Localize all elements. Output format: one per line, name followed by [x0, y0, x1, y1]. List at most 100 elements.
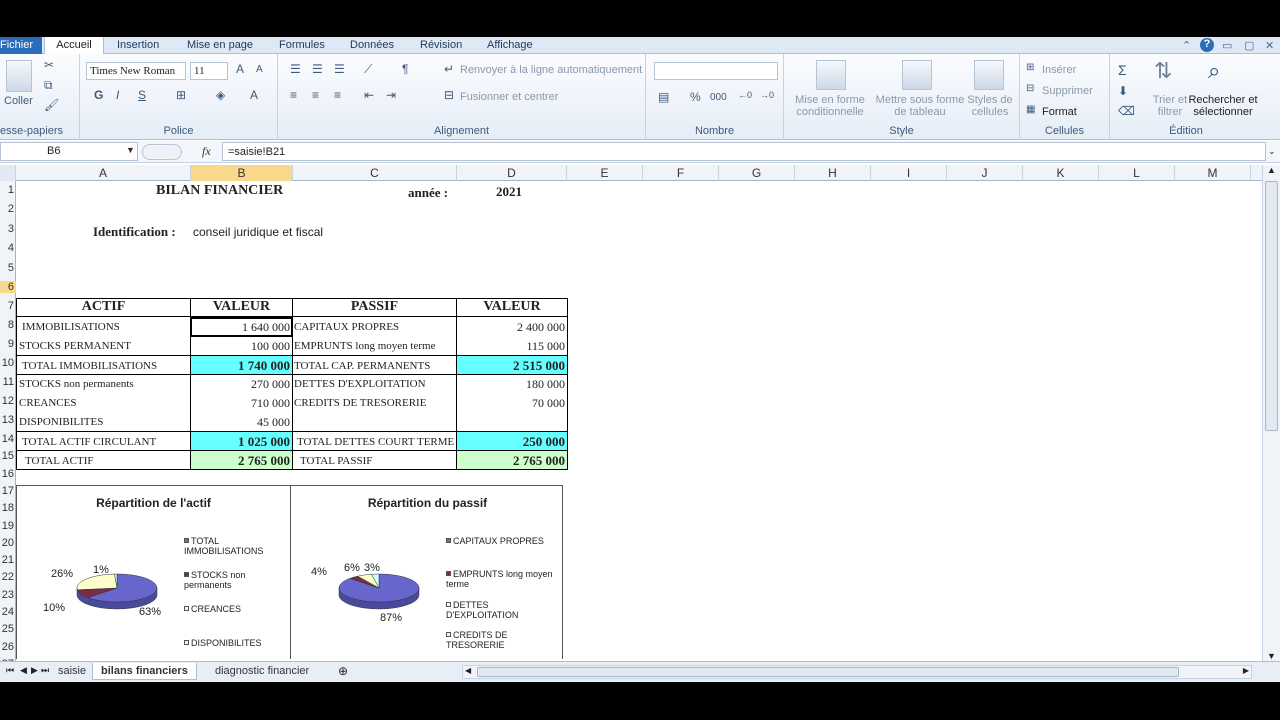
help-icon[interactable]: ?: [1200, 38, 1214, 52]
passif-value[interactable]: 2 400 000: [456, 317, 568, 336]
actif-label[interactable]: TOTAL IMMOBILISATIONS: [16, 355, 191, 374]
passif-value[interactable]: 115 000: [456, 336, 568, 355]
formula-bar-handle[interactable]: [142, 144, 182, 160]
window-restore-icon[interactable]: ▢: [1244, 39, 1254, 52]
row-header[interactable]: 3: [0, 223, 16, 235]
expand-formula-icon[interactable]: ⌄: [1268, 146, 1276, 157]
passif-value[interactable]: 70 000: [456, 393, 568, 412]
passif-label[interactable]: CAPITAUX PROPRES: [292, 317, 457, 336]
row-header[interactable]: 18: [0, 502, 16, 514]
vertical-scrollbar[interactable]: ▲ ▼: [1262, 165, 1280, 661]
header-valeur-passif[interactable]: VALEUR: [456, 298, 568, 317]
passif-value[interactable]: 180 000: [456, 374, 568, 393]
actif-value[interactable]: 1 025 000: [190, 431, 293, 450]
row-header[interactable]: 12: [0, 395, 16, 407]
row-header[interactable]: 15: [0, 450, 16, 462]
last-sheet-icon[interactable]: ⏭: [41, 665, 49, 676]
clear-icon[interactable]: ⌫: [1118, 104, 1135, 118]
fill-color-icon[interactable]: ◈: [216, 88, 225, 102]
merge-icon[interactable]: ⊟: [444, 88, 454, 102]
scroll-left-icon[interactable]: ◀: [465, 666, 471, 675]
align-top-icon[interactable]: ☰: [290, 62, 301, 76]
font-size-select[interactable]: 11: [190, 62, 228, 80]
scroll-up-icon[interactable]: ▲: [1267, 165, 1276, 175]
pie-slice[interactable]: [76, 573, 118, 591]
increase-decimal-icon[interactable]: ←0: [738, 90, 752, 100]
merge-center-button[interactable]: Fusionner et centrer: [460, 91, 558, 103]
column-header[interactable]: F: [643, 165, 719, 181]
row-header[interactable]: 9: [0, 338, 16, 350]
thousands-button[interactable]: 000: [710, 92, 727, 103]
passif-label[interactable]: CREDITS DE TRESORERIE: [292, 393, 457, 412]
passif-label[interactable]: TOTAL DETTES COURT TERME: [292, 431, 457, 450]
column-header[interactable]: M: [1175, 165, 1251, 181]
actif-value[interactable]: 1 740 000: [190, 355, 293, 374]
passif-label[interactable]: TOTAL CAP. PERMANENTS: [292, 355, 457, 374]
row-header[interactable]: 14: [0, 433, 16, 445]
wrap-text-button[interactable]: Renvoyer à la ligne automatiquement: [460, 64, 642, 76]
column-header[interactable]: H: [795, 165, 871, 181]
select-all-corner[interactable]: [0, 165, 16, 181]
actif-label[interactable]: TOTAL ACTIF: [16, 450, 191, 469]
tab-formulas[interactable]: Formules: [279, 39, 325, 51]
align-left-icon[interactable]: ≡: [290, 88, 297, 102]
tab-review[interactable]: Révision: [420, 39, 462, 51]
borders-icon[interactable]: ⊞: [176, 88, 186, 102]
percent-button[interactable]: %: [690, 90, 701, 104]
horizontal-scroll-thumb[interactable]: [477, 667, 1179, 677]
name-box-dropdown-icon[interactable]: ▼: [126, 145, 135, 155]
format-painter-icon[interactable]: 🖌: [44, 98, 59, 112]
column-header[interactable]: E: [567, 165, 643, 181]
insert-icon[interactable]: ⊞: [1026, 62, 1034, 73]
tab-file[interactable]: Fichier: [0, 37, 42, 54]
delete-icon[interactable]: ⊟: [1026, 83, 1034, 94]
passif-value[interactable]: 250 000: [456, 431, 568, 450]
column-header[interactable]: D: [457, 165, 567, 181]
column-header[interactable]: B: [191, 165, 293, 181]
underline-button[interactable]: S: [138, 88, 146, 102]
align-middle-icon[interactable]: ☰: [312, 62, 323, 76]
name-box[interactable]: B6: [0, 142, 138, 161]
column-header[interactable]: A: [16, 165, 191, 181]
paste-icon[interactable]: [6, 60, 32, 92]
find-select-button[interactable]: Rechercher et sélectionner: [1188, 94, 1258, 118]
scroll-down-icon[interactable]: ▼: [1267, 651, 1276, 661]
cut-icon[interactable]: ✂: [44, 58, 54, 72]
actif-label[interactable]: TOTAL ACTIF CIRCULANT: [16, 431, 191, 450]
shrink-font-icon[interactable]: A: [256, 64, 263, 75]
decrease-indent-icon[interactable]: ⇤: [364, 88, 374, 102]
column-header[interactable]: J: [947, 165, 1023, 181]
row-header[interactable]: 25: [0, 623, 16, 635]
minimize-ribbon-icon[interactable]: ⌃: [1182, 39, 1191, 52]
row-header[interactable]: 7: [0, 300, 16, 312]
actif-value[interactable]: 2 765 000: [190, 450, 293, 469]
row-header[interactable]: 10: [0, 357, 16, 369]
actif-value[interactable]: 270 000: [190, 374, 293, 393]
align-right-icon[interactable]: ≡: [334, 88, 341, 102]
passif-label[interactable]: [292, 412, 457, 431]
sort-filter-button[interactable]: Trier et filtrer: [1148, 94, 1192, 118]
bold-button[interactable]: G: [94, 88, 103, 102]
row-header[interactable]: 8: [0, 319, 16, 331]
actif-label[interactable]: STOCKS non permanents: [16, 374, 191, 393]
sheet-tab-saisie[interactable]: saisie: [50, 663, 94, 680]
number-format-select[interactable]: [654, 62, 778, 80]
row-header[interactable]: 17: [0, 485, 16, 497]
currency-icon[interactable]: ▤: [658, 90, 669, 104]
insert-function-button[interactable]: fx: [202, 144, 211, 159]
italic-button[interactable]: I: [116, 88, 119, 102]
row-header[interactable]: 23: [0, 589, 16, 601]
header-valeur-actif[interactable]: VALEUR: [190, 298, 293, 317]
row-header[interactable]: 26: [0, 641, 16, 653]
text-direction-icon[interactable]: ¶: [402, 62, 408, 76]
passif-value[interactable]: 2 765 000: [456, 450, 568, 469]
vertical-scroll-thumb[interactable]: [1265, 181, 1278, 431]
row-header[interactable]: 22: [0, 571, 16, 583]
cell-styles-icon[interactable]: [974, 60, 1004, 90]
formula-input[interactable]: =saisie!B21: [222, 142, 1266, 161]
grow-font-icon[interactable]: A: [236, 62, 244, 76]
passif-value[interactable]: [456, 412, 568, 431]
align-center-icon[interactable]: ≡: [312, 88, 319, 102]
row-header[interactable]: 1: [0, 184, 16, 196]
actif-value[interactable]: 45 000: [190, 412, 293, 431]
